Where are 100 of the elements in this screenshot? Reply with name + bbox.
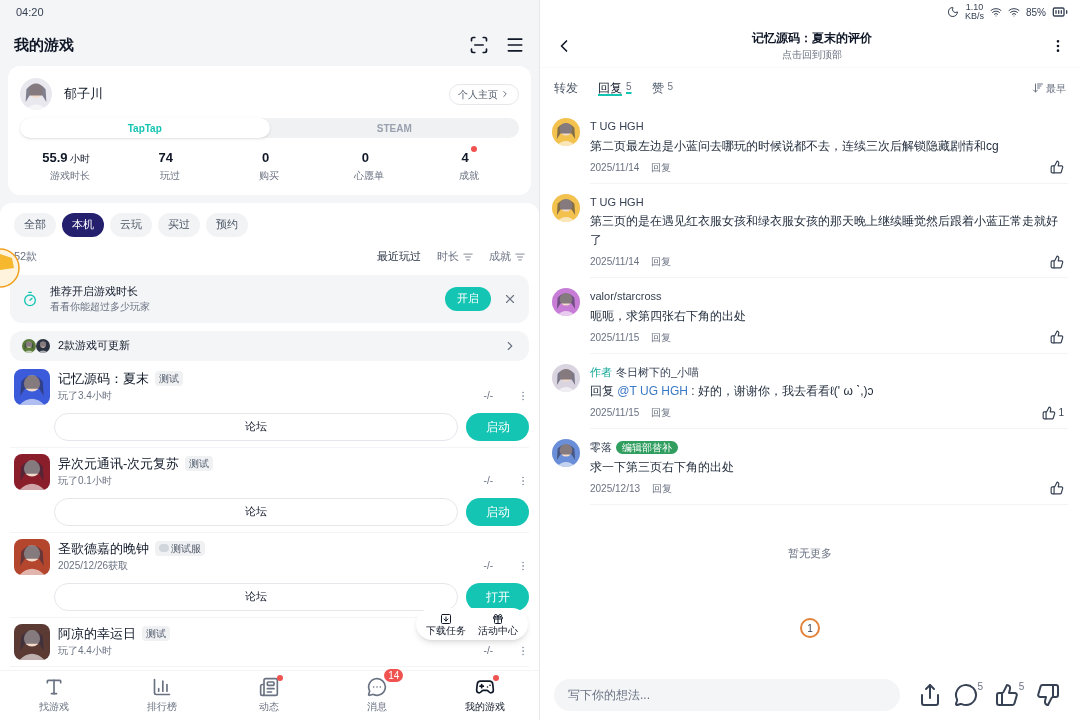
chevron-icon [500, 89, 510, 99]
reply-link[interactable]: 回复 [651, 405, 672, 420]
filter-chip[interactable]: 买过 [158, 212, 200, 237]
like-button[interactable] [1050, 481, 1064, 495]
comment-date: 2025/11/15 [590, 330, 640, 345]
stat-value: 0 [261, 149, 271, 167]
menu-icon[interactable] [505, 35, 525, 55]
reminder-subtitle: 看看你能超过多少玩家 [50, 300, 151, 315]
like-button[interactable] [1050, 254, 1064, 269]
update-text: 2款游戏可更新 [58, 338, 132, 354]
comment-icon [953, 683, 978, 707]
sort-option[interactable]: 成就 [489, 248, 525, 265]
scroll-top-hint[interactable]: 点击回到顶部 [782, 47, 842, 62]
role-badge: 编辑部替补 [616, 440, 678, 454]
page-title: 我的游戏 [14, 34, 74, 55]
thumbs-up-icon [1050, 254, 1064, 269]
nav-tab[interactable]: 找游戏 [0, 671, 108, 720]
thumbs-down-icon [1036, 683, 1061, 707]
toolbar-button[interactable]: 5 [953, 683, 984, 707]
floating-badge[interactable]: 1 [800, 618, 820, 638]
nav-tab[interactable]: 我的游戏 [431, 671, 539, 720]
comment-author: 冬日树下的_小喵 [616, 364, 700, 380]
filter-chip[interactable]: 本机 [62, 212, 104, 237]
toolbar-button[interactable]: 5 [994, 683, 1025, 707]
reminder-title: 推荐开启游戏时长 [50, 283, 139, 299]
game-tag: 测试服 [155, 540, 205, 556]
game-score: -/- [483, 474, 493, 488]
battery-icon [1052, 4, 1068, 20]
sort-option[interactable]: 最近玩过 [377, 248, 421, 265]
filter-chip[interactable]: 云玩 [110, 212, 152, 237]
stat-label: 游戏时长 [49, 168, 90, 183]
stat-value: 74 [158, 149, 174, 167]
update-row[interactable]: 2款游戏可更新 [10, 330, 529, 361]
avatar [552, 288, 580, 316]
reply-link[interactable]: 回复 [651, 254, 672, 269]
nav-tab[interactable]: 14 消息 [323, 671, 432, 720]
game-subtitle: 玩了3.4小时 [58, 389, 112, 403]
menu-item[interactable]: 下载任务 [426, 612, 466, 636]
tab[interactable]: 赞 5 [651, 79, 674, 97]
nav-tab[interactable]: 排行榜 [107, 671, 216, 720]
reply-link[interactable]: 回复 [651, 159, 672, 175]
comment-author: T UG HGH [590, 119, 644, 134]
game-subtitle: 玩了4.4小时 [58, 644, 112, 658]
comment-author: valor/starcross [590, 289, 662, 304]
feed-icon [259, 677, 280, 697]
thumbs-up-icon [1050, 330, 1064, 344]
tab[interactable]: 转发 [554, 79, 578, 97]
sort-icon [463, 251, 473, 262]
stat-label: 玩过 [159, 168, 180, 183]
game-subtitle: 玩了0.1小时 [58, 474, 112, 488]
tab[interactable]: 回复 5 [598, 79, 632, 97]
toolbar-button[interactable] [1036, 683, 1061, 707]
like-button[interactable] [1050, 160, 1064, 174]
menu-item[interactable]: 活动中心 [478, 612, 518, 636]
wifi-icon [990, 6, 1002, 18]
like-button[interactable]: 1 [1042, 405, 1064, 420]
scan-icon[interactable] [469, 35, 489, 55]
stat-value: 0 [361, 149, 370, 167]
reply-link[interactable]: 回复 [651, 329, 672, 345]
gamepad-icon [475, 677, 496, 697]
sort-option[interactable]: 时长 [437, 248, 473, 265]
gift-icon [492, 612, 504, 625]
comment-author: 零落 [590, 440, 612, 455]
battery-level: 85% [1026, 5, 1046, 20]
chart-icon [151, 677, 172, 697]
thumbs-up-icon [1050, 481, 1064, 495]
filter-chip[interactable]: 全部 [14, 212, 56, 237]
reply-link[interactable]: 回复 [652, 480, 673, 496]
message-icon [367, 677, 388, 697]
stat-value: 4 [461, 146, 477, 168]
status-time: 04:20 [16, 4, 44, 20]
filter-chip[interactable]: 预约 [206, 212, 248, 237]
like-button[interactable] [1050, 330, 1064, 344]
nav-tab[interactable]: 动态 [215, 671, 324, 720]
comment-input[interactable]: 写下你的想法... [554, 679, 900, 711]
stat-value: 55.9 小时 [42, 149, 91, 167]
author-label: 作者 [590, 364, 612, 380]
timer-icon [22, 290, 38, 307]
sort-icon [515, 251, 525, 262]
network-speed: 1.10 KB/s [964, 3, 984, 21]
game-title: 异次元通讯-次元复苏 [58, 454, 180, 473]
game-score: -/- [483, 389, 493, 403]
comment-date: 2025/11/14 [590, 255, 640, 269]
comment-date: 2025/11/14 [590, 160, 640, 175]
sort-icon [1032, 82, 1044, 94]
comment-text: 回复 @T UG HGH : 好的，谢谢你，我去看看ℓ(' ω ˋ,)ɔ [590, 383, 875, 400]
download-icon [440, 612, 452, 625]
game-title: 阿凉的幸运日 [58, 624, 136, 643]
avatar [20, 78, 52, 110]
comment-text: 求一下第三页右下角的出处 [590, 458, 735, 476]
game-title: 记忆源码：夏末 [58, 369, 149, 388]
game-tag: 测试 [185, 455, 214, 471]
sort-button[interactable]: 最早 [1032, 80, 1066, 96]
avatar [552, 118, 580, 146]
mention-link[interactable]: @T UG HGH [617, 384, 688, 398]
game-subtitle: 2025/12/26获取 [58, 559, 129, 573]
thumbs-up-icon [994, 683, 1019, 707]
game-title: 圣歌德嘉的晚钟 [58, 539, 149, 558]
avatar [552, 439, 580, 467]
comment-date: 2025/12/13 [590, 481, 641, 496]
